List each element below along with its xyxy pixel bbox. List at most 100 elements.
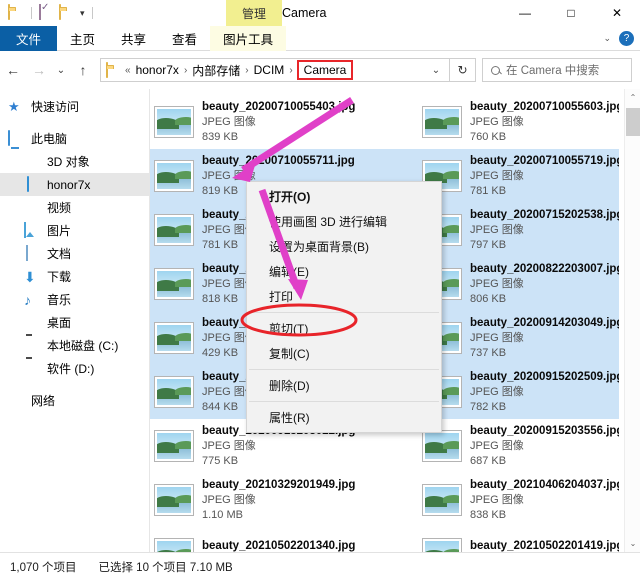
file-thumbnail xyxy=(154,322,194,354)
sidebar-item-3d-objects[interactable]: 3D 对象 xyxy=(0,150,149,173)
list-item[interactable]: beauty_20200822203007.jpg JPEG 图像 806 KB xyxy=(418,257,619,311)
refresh-button[interactable]: ↻ xyxy=(450,58,476,82)
context-menu-item-copy[interactable]: 复制(C) xyxy=(247,341,441,366)
search-input[interactable]: 在 Camera 中搜索 xyxy=(482,58,632,82)
list-item[interactable]: beauty_20200710055719.jpg JPEG 图像 781 KB xyxy=(418,149,619,203)
breadcrumb-item-internal-storage[interactable]: 内部存储 xyxy=(188,62,244,79)
sidebar-item-label: 视频 xyxy=(47,201,72,215)
back-button[interactable]: ← xyxy=(0,57,26,83)
breadcrumb-item-dcim[interactable]: DCIM xyxy=(250,63,289,77)
address-bar-row: ← → ⌄ ↑ « honor7x › 内部存储 › DCIM › Camera… xyxy=(0,51,640,89)
sidebar-item-this-pc[interactable]: 此电脑 xyxy=(0,127,149,150)
context-menu-item-open[interactable]: 打开(O) xyxy=(247,184,441,209)
file-name: beauty_20210502201340.jpg xyxy=(202,540,356,552)
address-dropdown-icon[interactable]: ⌄ xyxy=(423,59,449,81)
recent-locations-button[interactable]: ⌄ xyxy=(52,57,70,83)
list-item[interactable]: beauty_20210502201419.jpg JPEG 图像 xyxy=(418,527,619,552)
sidebar-item-videos[interactable]: 视频 xyxy=(0,196,149,219)
quick-access-toolbar: ▾ xyxy=(0,0,96,26)
maximize-button[interactable]: □ xyxy=(548,0,594,26)
customize-caret-icon[interactable]: ▾ xyxy=(80,8,85,19)
list-item[interactable]: beauty_20210406204037.jpg JPEG 图像 838 KB xyxy=(418,473,619,527)
properties-checkbox-icon[interactable] xyxy=(39,4,55,21)
sidebar-item-label: 快速访问 xyxy=(31,100,80,114)
breadcrumb-separator-3: › xyxy=(289,64,293,76)
sidebar-item-documents[interactable]: 文档 xyxy=(0,242,149,265)
desktop-icon xyxy=(24,315,40,331)
context-menu-item-set-as-desktop-background[interactable]: 设置为桌面背景(B) xyxy=(247,234,441,259)
file-size: 781 KB xyxy=(470,184,507,197)
tab-share[interactable]: 共享 xyxy=(108,26,159,51)
sidebar-item-downloads[interactable]: ⬇ 下载 xyxy=(0,265,149,288)
scrollbar-thumb[interactable] xyxy=(626,108,640,136)
tab-view[interactable]: 查看 xyxy=(159,26,210,51)
sidebar-item-local-disk-c[interactable]: 本地磁盘 (C:) xyxy=(0,334,149,357)
sidebar-item-label: 图片 xyxy=(47,224,72,238)
context-menu-item-edit[interactable]: 编辑(E) xyxy=(247,259,441,284)
minimize-button[interactable]: — xyxy=(502,0,548,26)
list-item[interactable]: beauty_20210502201340.jpg JPEG 图像 xyxy=(150,527,418,552)
sidebar-item-pictures[interactable]: 图片 xyxy=(0,219,149,242)
sidebar-item-software-disk-d[interactable]: 软件 (D:) xyxy=(0,357,149,380)
tab-file[interactable]: 文件 xyxy=(0,26,58,51)
pictures-icon xyxy=(24,221,40,239)
file-type: JPEG 图像 xyxy=(470,494,524,507)
up-button[interactable]: ↑ xyxy=(70,57,96,83)
breadcrumb-item-camera[interactable]: Camera xyxy=(296,60,354,80)
close-button[interactable]: ✕ xyxy=(594,0,640,26)
list-item[interactable]: beauty_20200710055603.jpg JPEG 图像 760 KB xyxy=(418,95,619,149)
downloads-icon: ⬇ xyxy=(24,268,36,285)
context-menu-item-cut[interactable]: 剪切(T) xyxy=(247,316,441,341)
vertical-scrollbar[interactable]: ⌃ ⌄ xyxy=(624,89,640,552)
list-item[interactable]: beauty_20200915202509.jpg JPEG 图像 782 KB xyxy=(418,365,619,419)
address-breadcrumb-box[interactable]: « honor7x › 内部存储 › DCIM › Camera ⌄ xyxy=(100,58,450,82)
help-icon[interactable]: ? xyxy=(619,30,634,46)
file-name: beauty_20200715202538.jpg xyxy=(470,208,619,221)
file-size: 839 KB xyxy=(202,130,239,143)
folder-icon[interactable] xyxy=(8,4,24,21)
chevron-down-icon[interactable]: ⌄ xyxy=(603,33,611,44)
sidebar-item-network[interactable]: 网络 xyxy=(0,389,149,412)
file-thumbnail xyxy=(154,160,194,192)
list-item[interactable]: beauty_20210329201949.jpg JPEG 图像 1.10 M… xyxy=(150,473,418,527)
star-icon: ★ xyxy=(8,98,20,114)
sidebar-item-honor7x[interactable]: honor7x xyxy=(0,173,149,196)
window-title: Camera xyxy=(282,6,327,20)
disk-icon xyxy=(24,361,40,377)
file-name: beauty_20200710055603.jpg xyxy=(470,100,619,113)
breadcrumb-overflow-icon[interactable]: « xyxy=(124,65,132,76)
sidebar-item-label: 文档 xyxy=(47,247,72,261)
file-size: 797 KB xyxy=(470,238,507,251)
file-thumbnail xyxy=(154,484,194,516)
search-icon xyxy=(491,65,500,75)
scroll-up-arrow-icon[interactable]: ⌃ xyxy=(625,89,640,106)
list-item[interactable]: beauty_20200710055403.jpg JPEG 图像 839 KB xyxy=(150,95,418,149)
sidebar-item-desktop[interactable]: 桌面 xyxy=(0,311,149,334)
file-name: beauty_20200915202509.jpg xyxy=(470,370,619,383)
sidebar-item-label: 下载 xyxy=(47,270,72,284)
file-type: JPEG 图像 xyxy=(470,332,524,345)
file-thumbnail xyxy=(422,106,462,138)
context-menu-item-edit-with-paint-3d[interactable]: 使用画图 3D 进行编辑 xyxy=(247,209,441,234)
tab-home[interactable]: 主页 xyxy=(57,26,108,51)
scroll-down-arrow-icon[interactable]: ⌄ xyxy=(625,535,640,552)
list-item[interactable]: beauty_20200914203049.jpg JPEG 图像 737 KB xyxy=(418,311,619,365)
music-icon: ♪ xyxy=(24,291,31,308)
context-menu-item-print[interactable]: 打印 xyxy=(247,284,441,309)
file-type: JPEG 图像 xyxy=(470,386,524,399)
breadcrumb-item-honor7x[interactable]: honor7x xyxy=(132,63,183,77)
list-item[interactable]: beauty_20200715202538.jpg JPEG 图像 797 KB xyxy=(418,203,619,257)
network-icon xyxy=(8,393,24,409)
sidebar-item-quick-access[interactable]: ★ 快速访问 xyxy=(0,95,149,118)
3d-objects-icon xyxy=(24,154,40,170)
sidebar-item-music[interactable]: ♪ 音乐 xyxy=(0,288,149,311)
context-menu-item-delete[interactable]: 删除(D) xyxy=(247,373,441,398)
list-item[interactable]: beauty_20200915203556.jpg JPEG 图像 687 KB xyxy=(418,419,619,473)
file-name: beauty_20210502201419.jpg xyxy=(470,540,619,552)
file-thumbnail xyxy=(422,430,462,462)
videos-icon xyxy=(24,200,40,216)
tab-picture-tools[interactable]: 图片工具 xyxy=(210,26,287,51)
context-menu-item-properties[interactable]: 属性(R) xyxy=(247,405,441,430)
new-folder-icon[interactable] xyxy=(59,4,75,21)
sidebar-item-label: 桌面 xyxy=(47,316,72,330)
